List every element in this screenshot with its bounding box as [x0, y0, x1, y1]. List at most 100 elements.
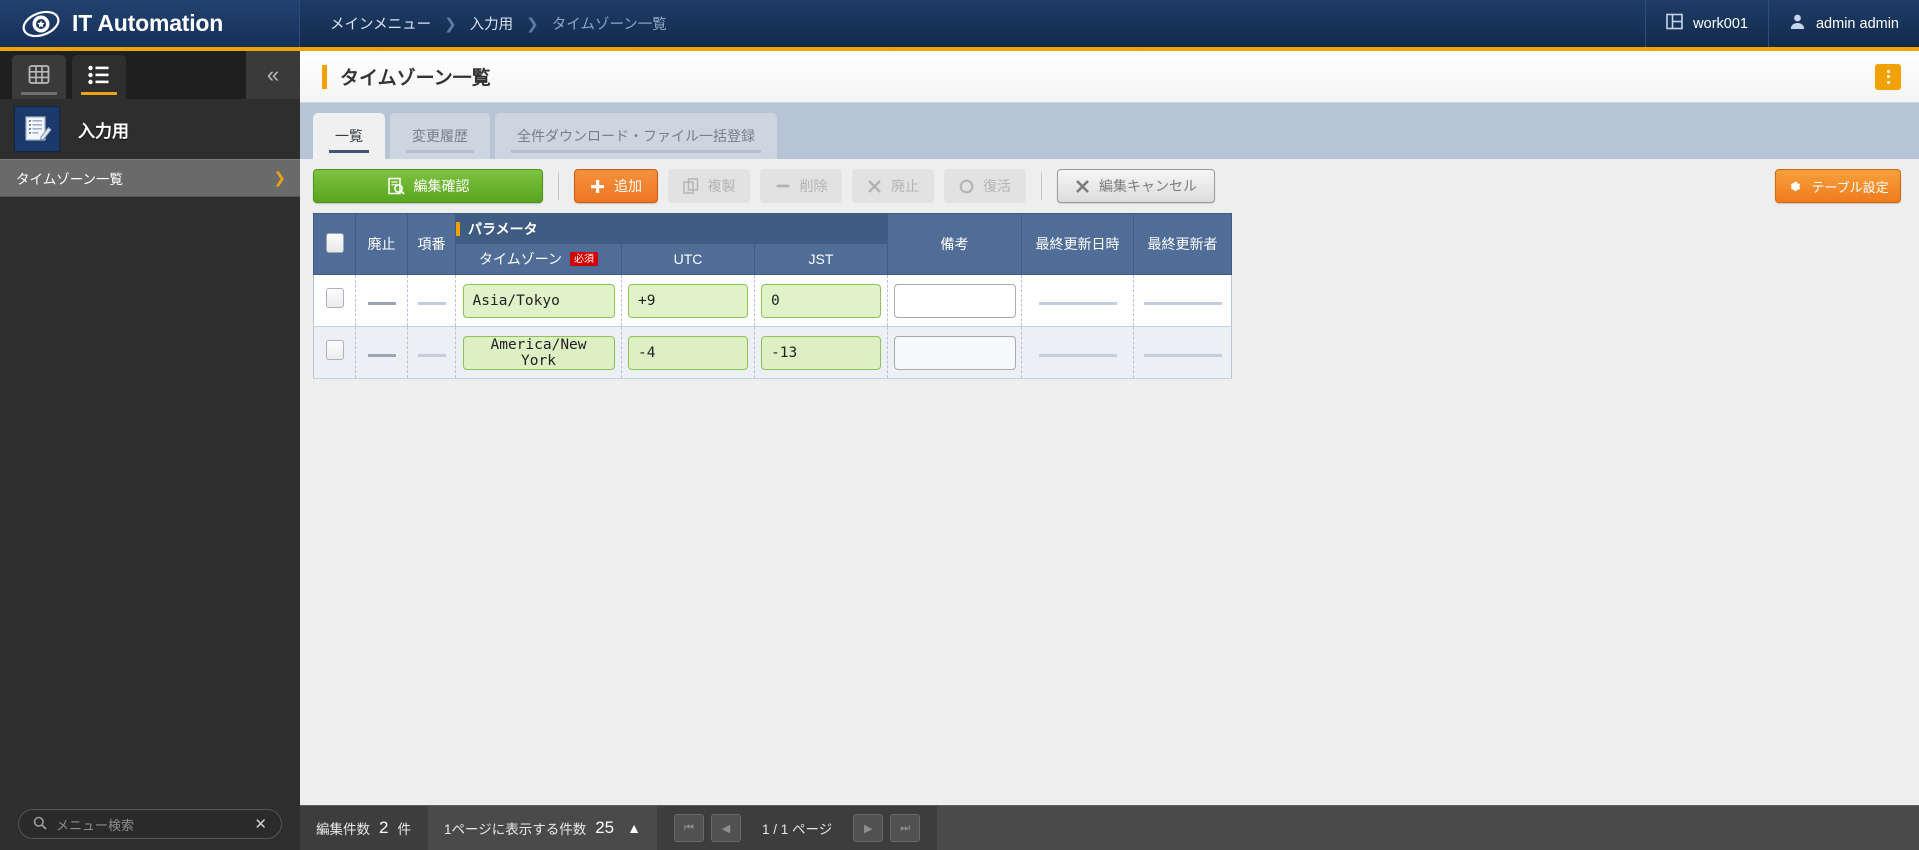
column-group-parameter: パラメータ — [456, 214, 888, 244]
restore-button[interactable]: 復活 — [944, 169, 1026, 203]
row-remarks-cell[interactable] — [888, 327, 1022, 379]
per-page-selector[interactable]: 1ページに表示する件数 25 ▲ — [428, 806, 658, 850]
tab-list[interactable]: 一覧 — [313, 113, 385, 159]
column-remarks: 備考 — [888, 214, 1022, 275]
minus-icon — [775, 178, 791, 194]
confirm-edit-button[interactable]: 編集確認 — [313, 169, 543, 203]
sidebar-group-input[interactable]: 入力用 — [0, 99, 300, 159]
select-all-header[interactable] — [314, 214, 356, 275]
breadcrumb-item-0[interactable]: メインメニュー — [330, 13, 431, 34]
tab-list-label: 一覧 — [335, 126, 363, 146]
row-discontinued-cell — [356, 275, 408, 327]
content-tabs: 一覧 変更履歴 全件ダウンロード・ファイル一括登録 — [300, 103, 1919, 159]
row-select-cell[interactable] — [314, 327, 356, 379]
cancel-edit-label: 編集キャンセル — [1099, 176, 1197, 196]
top-header: IT Automation メインメニュー ❯ 入力用 ❯ タイムゾーン一覧 w… — [0, 0, 1919, 47]
timezone-input[interactable]: Asia/Tokyo — [463, 284, 615, 318]
row-jst-cell[interactable]: -13 — [755, 327, 888, 379]
edit-count-group: 編集件数 2 件 — [300, 806, 428, 850]
menu-search-input[interactable]: メニュー検索 ✕ — [18, 809, 282, 839]
row-checkbox[interactable] — [326, 340, 344, 360]
column-timezone-label: タイムゾーン — [479, 251, 562, 267]
remarks-input[interactable] — [894, 284, 1016, 318]
column-updated-by: 最終更新者 — [1134, 214, 1232, 275]
first-page-icon[interactable]: ⏮ — [674, 814, 704, 842]
row-item-no-cell — [408, 327, 456, 379]
remarks-input[interactable] — [894, 336, 1016, 370]
footer-spacer — [937, 806, 1919, 850]
page-title-accent — [322, 65, 327, 89]
row-updated-at-cell — [1022, 327, 1134, 379]
last-page-icon[interactable]: ⏭ — [890, 814, 920, 842]
sidebar-item-timezone-list[interactable]: タイムゾーン一覧 ❯ — [0, 159, 300, 197]
table-settings-label: テーブル設定 — [1811, 177, 1888, 196]
sidebar-tab-grid[interactable] — [12, 55, 66, 99]
tab-bulk-download-upload[interactable]: 全件ダウンロード・ファイル一括登録 — [495, 113, 777, 159]
delete-label: 削除 — [800, 176, 828, 196]
add-button[interactable]: 追加 — [574, 169, 658, 203]
select-all-checkbox[interactable] — [326, 233, 344, 253]
next-page-icon[interactable]: ▶ — [853, 814, 883, 842]
prev-page-icon[interactable]: ◀ — [711, 814, 741, 842]
gear-icon — [1787, 179, 1802, 194]
row-item-no-cell — [408, 275, 456, 327]
plus-icon — [590, 179, 605, 194]
tab-change-history[interactable]: 変更履歴 — [390, 113, 490, 159]
brand-title: IT Automation — [72, 10, 223, 37]
breadcrumb-item-1[interactable]: 入力用 — [470, 13, 514, 34]
edit-count-label: 編集件数 — [316, 818, 370, 838]
table-settings-button[interactable]: テーブル設定 — [1775, 169, 1901, 203]
column-utc: UTC — [622, 244, 755, 275]
per-page-label: 1ページに表示する件数 — [444, 818, 586, 838]
timezone-input[interactable]: America/New York — [463, 336, 615, 370]
add-label: 追加 — [614, 176, 642, 196]
utc-input[interactable]: +9 — [628, 284, 748, 318]
column-jst: JST — [755, 244, 888, 275]
column-timezone: タイムゾーン必須 — [456, 244, 622, 275]
table-header-group-row: 廃止 項番 パラメータ 備考 最終更新日時 最終更新者 — [314, 214, 1232, 244]
sidebar-tab-grid-underline — [21, 92, 57, 95]
row-jst-cell[interactable]: 0 — [755, 275, 888, 327]
tab-bulk-download-upload-label: 全件ダウンロード・ファイル一括登録 — [517, 126, 755, 146]
row-checkbox[interactable] — [326, 288, 344, 308]
list-view-icon — [87, 64, 111, 91]
row-select-cell[interactable] — [314, 275, 356, 327]
row-utc-cell[interactable]: -4 — [622, 327, 755, 379]
user-menu[interactable]: admin admin — [1768, 0, 1919, 47]
close-icon[interactable]: ✕ — [254, 815, 267, 833]
sidebar-tab-list[interactable] — [72, 55, 126, 99]
sidebar-collapse-button[interactable]: « — [246, 51, 300, 99]
workspace-selector[interactable]: work001 — [1645, 0, 1768, 47]
chevron-up-icon[interactable]: ▲ — [627, 820, 641, 836]
pagination-controls: ⏮ ◀ 1 / 1 ページ ▶ ⏭ — [658, 806, 937, 850]
discontinue-label: 廃止 — [891, 176, 919, 196]
jst-input[interactable]: -13 — [761, 336, 881, 370]
row-updated-at-cell — [1022, 275, 1134, 327]
table-footer: 編集件数 2 件 1ページに表示する件数 25 ▲ ⏮ ◀ 1 / 1 ページ … — [300, 805, 1919, 850]
brand-area[interactable]: IT Automation — [0, 0, 300, 47]
sidebar-group-label: 入力用 — [78, 117, 129, 142]
row-utc-cell[interactable]: +9 — [622, 275, 755, 327]
column-item-no: 項番 — [408, 214, 456, 275]
double-chevron-left-icon: « — [267, 62, 279, 88]
edit-count-value: 2 — [379, 818, 388, 838]
row-timezone-cell[interactable]: Asia/Tokyo — [456, 275, 622, 327]
row-remarks-cell[interactable] — [888, 275, 1022, 327]
data-table-area: 廃止 項番 パラメータ 備考 最終更新日時 最終更新者 タイムゾーン必須 UTC… — [300, 213, 1919, 379]
edit-count-unit: 件 — [397, 818, 411, 838]
delete-button[interactable]: 削除 — [760, 169, 842, 203]
row-timezone-cell[interactable]: America/New York — [456, 327, 622, 379]
discontinue-button[interactable]: 廃止 — [852, 169, 934, 203]
cancel-edit-button[interactable]: 編集キャンセル — [1057, 169, 1215, 203]
user-avatar-icon — [1789, 13, 1806, 34]
duplicate-button[interactable]: 複製 — [668, 169, 750, 203]
utc-input[interactable]: -4 — [628, 336, 748, 370]
document-search-icon — [387, 177, 405, 195]
jst-input[interactable]: 0 — [761, 284, 881, 318]
column-group-parameter-label: パラメータ — [468, 221, 538, 237]
kebab-menu-icon[interactable] — [1875, 64, 1901, 90]
page-header: タイムゾーン一覧 — [300, 51, 1919, 103]
grid-view-icon — [27, 63, 51, 92]
sidebar-view-tabs: « — [0, 51, 300, 99]
row-updated-by-cell — [1134, 327, 1232, 379]
